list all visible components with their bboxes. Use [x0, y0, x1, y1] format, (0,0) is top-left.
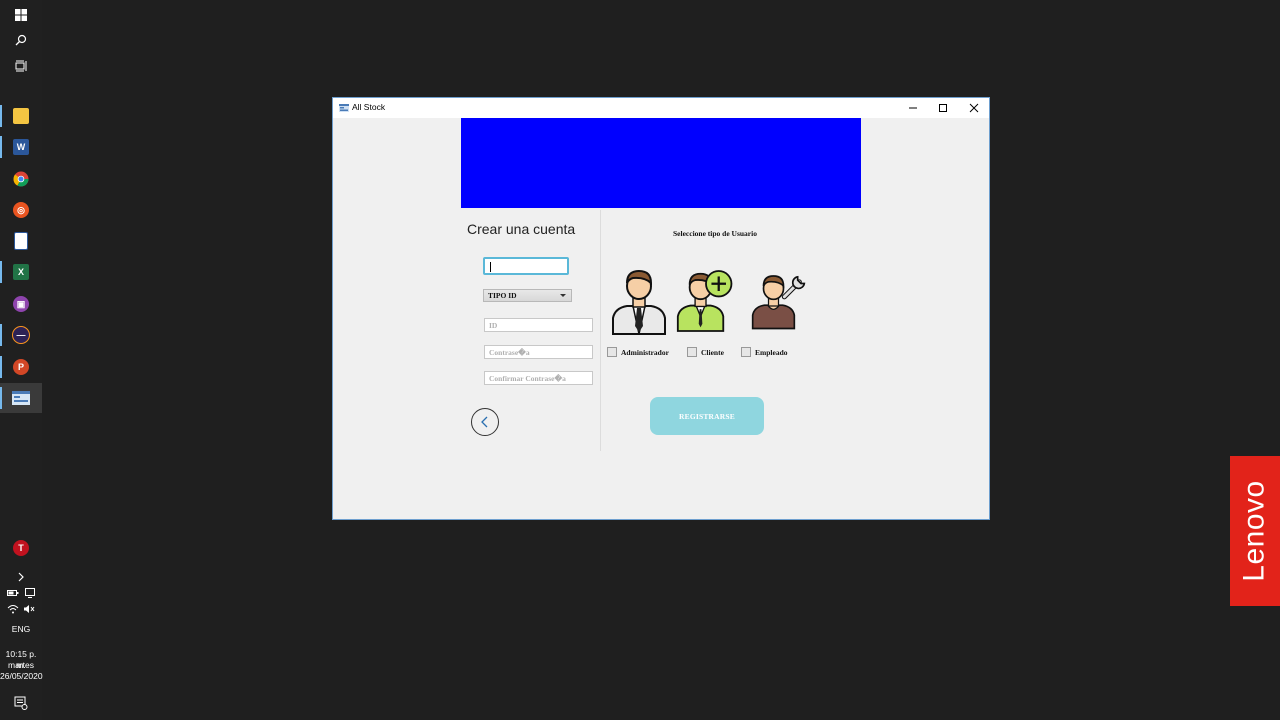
app-window-icon — [339, 104, 349, 112]
client-avatar-icon — [676, 270, 733, 332]
close-icon — [969, 103, 979, 113]
tray-row-2 — [0, 596, 42, 622]
administrator-label: Administrador — [621, 347, 669, 357]
word-icon: W — [13, 139, 29, 155]
wifi-icon[interactable] — [7, 604, 19, 614]
ubuntu-icon: ◎ — [13, 202, 29, 218]
task-view-icon — [15, 60, 26, 72]
password-input[interactable] — [485, 346, 592, 358]
checkbox-box — [741, 347, 751, 357]
checkbox-box — [687, 347, 697, 357]
powerpoint-icon: P — [13, 359, 29, 375]
maximize-icon — [939, 104, 947, 112]
chevron-left-icon — [481, 416, 488, 428]
java-window-icon — [12, 391, 30, 405]
password-field-box — [484, 345, 593, 359]
vertical-divider — [600, 210, 601, 451]
register-button[interactable]: REGISTRARSE — [650, 397, 764, 435]
excel-icon: X — [13, 264, 29, 280]
all-stock-window: All Stock Crear una cuenta TIPO ID ID Co… — [333, 98, 989, 519]
antivirus-tray-button[interactable]: T — [0, 533, 42, 563]
create-account-heading: Crear una cuenta — [467, 221, 576, 237]
word-taskbar-button[interactable]: W — [0, 132, 42, 162]
notifications-button[interactable] — [0, 688, 42, 718]
tipo-id-selected-value: TIPO ID — [488, 291, 517, 300]
id-input[interactable] — [485, 319, 592, 331]
employee-avatar-icon — [751, 275, 806, 330]
document-icon — [14, 232, 28, 250]
notes-taskbar-button[interactable] — [0, 226, 42, 256]
clock-day[interactable]: martes — [0, 660, 42, 671]
clock-date[interactable]: 26/05/2020 — [0, 671, 43, 682]
close-button[interactable] — [959, 98, 989, 118]
minimize-button[interactable] — [898, 98, 928, 118]
employee-checkbox[interactable]: Empleado — [741, 346, 788, 358]
volume-muted-icon[interactable] — [23, 604, 35, 614]
text-caret — [490, 262, 491, 272]
minimize-icon — [909, 107, 917, 109]
language-indicator[interactable]: ENG — [0, 624, 42, 635]
administrator-checkbox[interactable]: Administrador — [607, 346, 669, 358]
administrator-avatar-icon — [612, 269, 666, 335]
notification-icon — [14, 696, 28, 710]
eclipse-icon: ― — [12, 326, 30, 344]
user-type-heading: Seleccione tipo de Usuario — [673, 229, 757, 238]
file-explorer-taskbar-button[interactable] — [0, 101, 42, 131]
title-bar[interactable]: All Stock — [333, 98, 989, 118]
client-checkbox[interactable]: Cliente — [687, 346, 724, 358]
lenovo-logo: Lenovo — [1230, 456, 1280, 606]
excel-taskbar-button[interactable]: X — [0, 257, 42, 287]
lenovo-wordmark: Lenovo — [1238, 480, 1271, 582]
chrome-icon — [13, 171, 29, 187]
confirm-password-input[interactable] — [485, 372, 592, 384]
powerpoint-taskbar-button[interactable]: P — [0, 352, 42, 382]
chrome-taskbar-button[interactable] — [0, 164, 42, 194]
client-label: Cliente — [701, 347, 724, 357]
window-content: Crear una cuenta TIPO ID Seleccione tipo… — [333, 118, 989, 519]
folder-icon — [13, 108, 29, 124]
taskbar: W ◎ X ▣ ― P T ENG 10:15 p. m. martes 26/… — [0, 0, 43, 720]
id-field-box — [484, 318, 593, 332]
shield-icon: T — [13, 540, 29, 556]
eclipse-taskbar-button[interactable]: ― — [0, 320, 42, 350]
ubuntu-taskbar-button[interactable]: ◎ — [0, 195, 42, 225]
app-taskbar-button[interactable]: ▣ — [0, 289, 42, 319]
allstock-taskbar-button[interactable] — [0, 383, 42, 413]
employee-label: Empleado — [755, 347, 788, 357]
purple-app-icon: ▣ — [13, 296, 29, 312]
header-banner — [461, 118, 861, 208]
back-button[interactable] — [471, 408, 499, 436]
checkbox-box — [607, 347, 617, 357]
confirm-password-field-box — [484, 371, 593, 385]
dropdown-arrow-icon — [560, 294, 566, 297]
task-view-button[interactable] — [0, 51, 42, 81]
name-input[interactable] — [483, 257, 569, 275]
tipo-id-select[interactable]: TIPO ID — [483, 289, 572, 302]
window-title: All Stock — [352, 102, 386, 112]
windows-logo-icon — [15, 9, 27, 21]
search-icon — [15, 34, 27, 46]
maximize-button[interactable] — [928, 98, 958, 118]
